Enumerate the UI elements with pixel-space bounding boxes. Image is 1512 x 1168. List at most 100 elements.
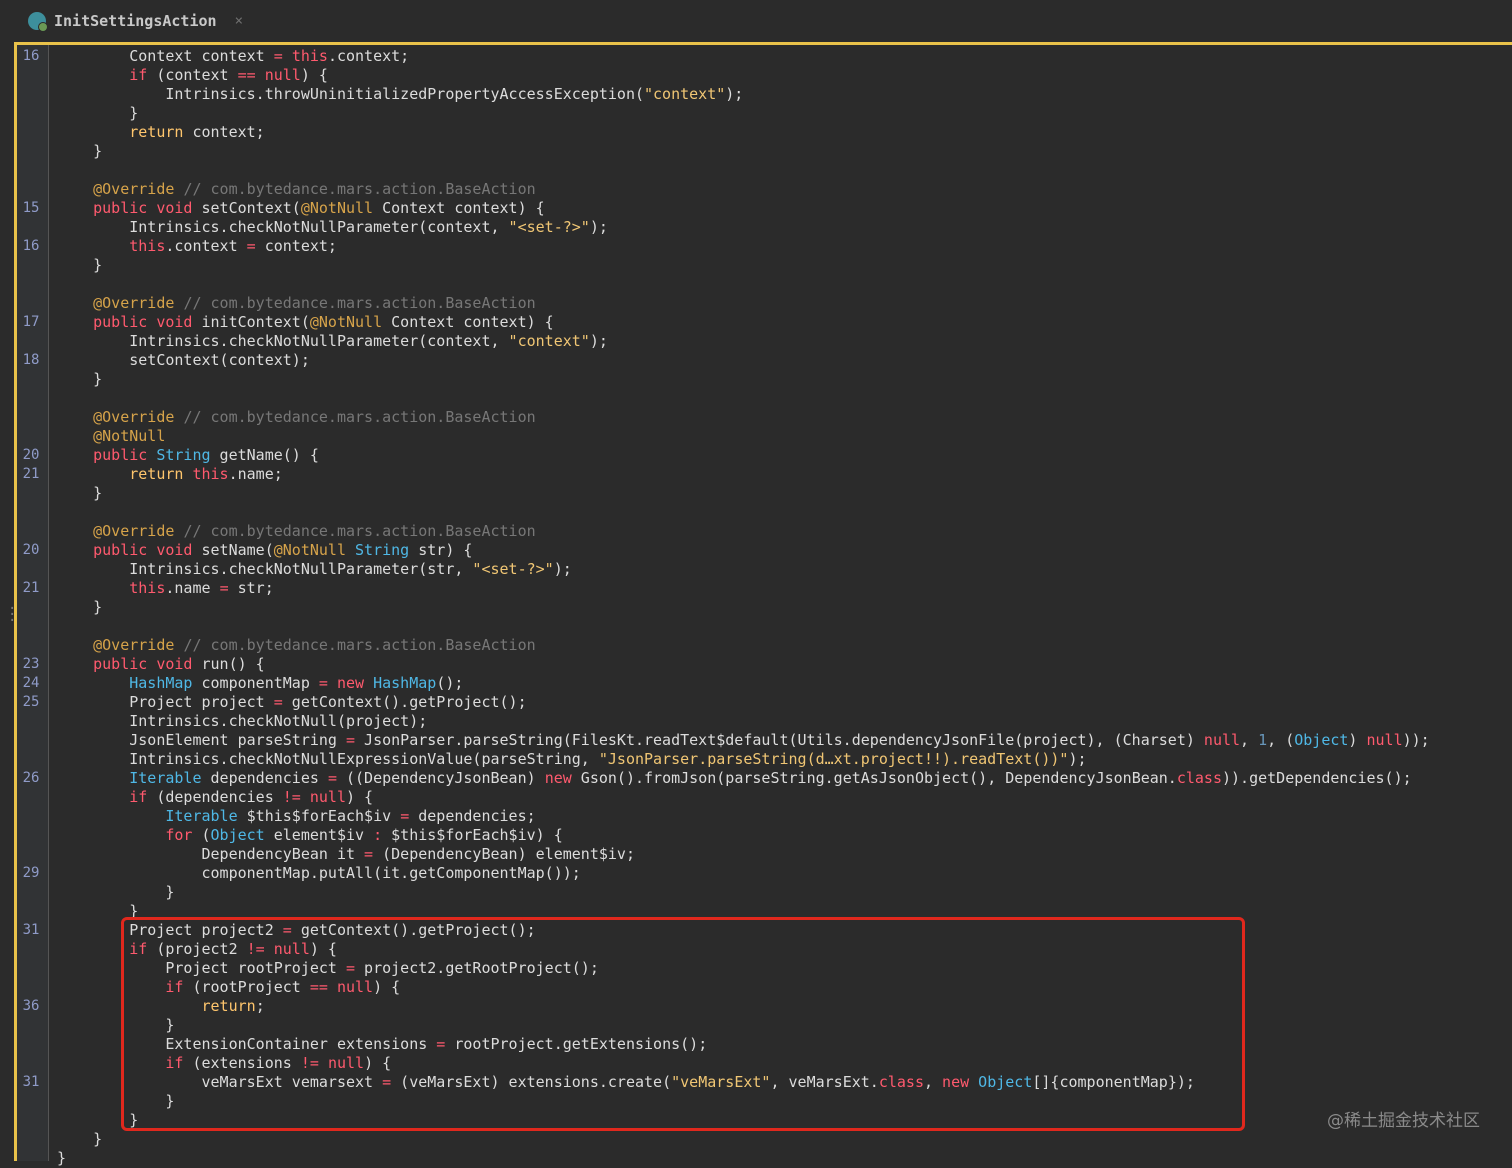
code-token: 1: [1258, 731, 1268, 749]
code-token: "<set-?>": [472, 560, 554, 578]
code-token: public: [93, 199, 148, 217]
code-line[interactable]: Iterable $this$forEach$iv = dependencies…: [0, 807, 1512, 826]
code-line[interactable]: [0, 503, 1512, 522]
code-text: Context context = this.context;: [57, 47, 409, 66]
code-token: element$iv: [264, 826, 374, 844]
code-token: initContext(: [192, 313, 310, 331]
code-text: }: [57, 256, 102, 275]
code-token: ));: [1402, 731, 1430, 749]
code-text: DependencyBean it = (DependencyBean) ele…: [57, 845, 635, 864]
code-line[interactable]: @Override // com.bytedance.mars.action.B…: [0, 408, 1512, 427]
code-token: @NotNull: [273, 541, 346, 559]
code-line[interactable]: Intrinsics.checkNotNullParameter(context…: [0, 332, 1512, 351]
code-token: // com.bytedance.mars.action.BaseAction: [183, 522, 536, 540]
code-line[interactable]: [0, 275, 1512, 294]
code-line[interactable]: 20 public void setName(@NotNull String s…: [0, 541, 1512, 560]
code-line[interactable]: }: [0, 370, 1512, 389]
code-line[interactable]: @Override // com.bytedance.mars.action.B…: [0, 294, 1512, 313]
code-text: }: [57, 1130, 102, 1149]
code-line[interactable]: 20 public String getName() {: [0, 446, 1512, 465]
code-token: =: [345, 731, 356, 749]
code-line[interactable]: }: [0, 883, 1512, 902]
code-line[interactable]: Intrinsics.throwUninitializedPropertyAcc…: [0, 85, 1512, 104]
code-text: public String getName() {: [57, 446, 319, 465]
editor-top-accent: [14, 42, 1512, 45]
code-token: ();: [436, 674, 464, 692]
code-line[interactable]: 16 this.context = context;: [0, 237, 1512, 256]
code-line[interactable]: @Override // com.bytedance.mars.action.B…: [0, 180, 1512, 199]
line-number: 25: [22, 694, 40, 710]
code-token: null: [264, 66, 301, 84]
code-line[interactable]: @Override // com.bytedance.mars.action.B…: [0, 522, 1512, 541]
code-line[interactable]: JsonElement parseString = JsonParser.par…: [0, 731, 1512, 750]
code-line[interactable]: 29 componentMap.putAll(it.getComponentMa…: [0, 864, 1512, 883]
code-token: .name;: [228, 465, 283, 483]
code-line[interactable]: if (dependencies != null) {: [0, 788, 1512, 807]
code-token: =: [400, 807, 410, 825]
code-token: }: [57, 598, 103, 616]
code-token: this: [192, 465, 229, 483]
code-line[interactable]: }: [0, 104, 1512, 123]
code-line[interactable]: }: [0, 598, 1512, 617]
code-line[interactable]: }: [0, 142, 1512, 161]
code-line[interactable]: Intrinsics.checkNotNullParameter(context…: [0, 218, 1512, 237]
code-token: ) {: [346, 788, 374, 806]
code-token: Intrinsics.checkNotNullParameter(context…: [57, 332, 509, 350]
code-line[interactable]: [0, 389, 1512, 408]
code-line[interactable]: [0, 617, 1512, 636]
code-token: =: [219, 579, 229, 597]
code-line[interactable]: }: [0, 1130, 1512, 1149]
code-line[interactable]: for (Object element$iv : $this$forEach$i…: [0, 826, 1512, 845]
code-line[interactable]: 15 public void setContext(@NotNull Conte…: [0, 199, 1512, 218]
code-line[interactable]: 24 HashMap componentMap = new HashMap();: [0, 674, 1512, 693]
code-token: }: [57, 484, 103, 502]
code-token: Iterable: [129, 769, 202, 787]
code-line[interactable]: }: [0, 1149, 1512, 1168]
code-line[interactable]: Intrinsics.checkNotNullParameter(str, "<…: [0, 560, 1512, 579]
code-line[interactable]: 21 this.name = str;: [0, 579, 1512, 598]
tab-init-settings-action[interactable]: InitSettingsAction ×: [28, 8, 243, 34]
code-token: JsonParser.parseString(FilesKt.readText$…: [355, 731, 1204, 749]
code-line[interactable]: return context;: [0, 123, 1512, 142]
code-token: }: [57, 142, 103, 160]
code-token: Object: [1294, 731, 1349, 749]
code-token: "context": [508, 332, 590, 350]
code-line[interactable]: Intrinsics.checkNotNullExpressionValue(p…: [0, 750, 1512, 769]
code-text: }: [57, 484, 102, 503]
code-line[interactable]: @Override // com.bytedance.mars.action.B…: [0, 636, 1512, 655]
code-line[interactable]: Intrinsics.checkNotNull(project);: [0, 712, 1512, 731]
code-token: context;: [183, 123, 265, 141]
code-token: dependencies: [201, 769, 328, 787]
code-token: HashMap: [373, 674, 437, 692]
code-token: if: [129, 66, 148, 84]
code-line[interactable]: @NotNull: [0, 427, 1512, 446]
code-text: }: [57, 142, 102, 161]
code-line[interactable]: 16 Context context = this.context;: [0, 47, 1512, 66]
code-token: (context: [147, 66, 238, 84]
close-icon[interactable]: ×: [235, 13, 243, 29]
code-line[interactable]: 17 public void initContext(@NotNull Cont…: [0, 313, 1512, 332]
code-line[interactable]: 25 Project project = getContext().getPro…: [0, 693, 1512, 712]
code-token: );: [589, 332, 608, 350]
code-line[interactable]: }: [0, 484, 1512, 503]
code-line[interactable]: [0, 161, 1512, 180]
code-token: }: [57, 370, 103, 388]
code-token: run() {: [192, 655, 265, 673]
code-line[interactable]: 26 Iterable dependencies = ((DependencyJ…: [0, 769, 1512, 788]
code-line[interactable]: 21 return this.name;: [0, 465, 1512, 484]
line-number: 21: [22, 466, 40, 482]
code-text: @Override // com.bytedance.mars.action.B…: [57, 180, 536, 199]
code-line[interactable]: 23 public void run() {: [0, 655, 1512, 674]
code-line[interactable]: if (context == null) {: [0, 66, 1512, 85]
line-number: 36: [22, 998, 40, 1014]
code-line[interactable]: DependencyBean it = (DependencyBean) ele…: [0, 845, 1512, 864]
code-text: Iterable $this$forEach$iv = dependencies…: [57, 807, 535, 826]
code-line[interactable]: 18 setContext(context);: [0, 351, 1512, 370]
code-token: =: [364, 845, 374, 863]
code-token: $this$forEach$iv) {: [382, 826, 563, 844]
code-line[interactable]: }: [0, 256, 1512, 275]
